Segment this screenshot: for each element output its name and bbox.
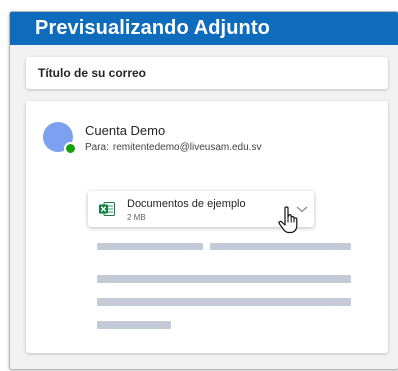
attachment-preview-window: Previsualizando Adjunto Título de su cor… [9,11,398,370]
attachment-file-size: 2 MB [127,213,146,222]
sender-name[interactable]: Cuenta Demo [85,123,165,138]
hand-pointer-icon [278,206,298,234]
body-placeholder-line [97,298,351,306]
email-subject: Título de su correo [38,66,147,80]
excel-file-icon [99,202,115,216]
body-placeholder-line [97,321,171,329]
recipient-line: Para: remitentedemo@liveusam.edu.sv [85,142,261,153]
title-bar: Previsualizando Adjunto [10,12,398,45]
body-placeholder-line [97,243,203,250]
attachment-file-name: Documentos de ejemplo [127,198,246,210]
body-placeholder-line [210,243,351,250]
recipient-address[interactable]: remitentedemo@liveusam.edu.sv [113,142,262,153]
presence-available-icon [64,142,77,155]
window-title: Previsualizando Adjunto [35,17,270,39]
to-label: Para: [85,142,109,153]
body-placeholder-line [97,275,351,283]
subject-card: Título de su correo [26,57,388,89]
message-card: Cuenta Demo Para: remitentedemo@liveusam.… [26,101,388,353]
